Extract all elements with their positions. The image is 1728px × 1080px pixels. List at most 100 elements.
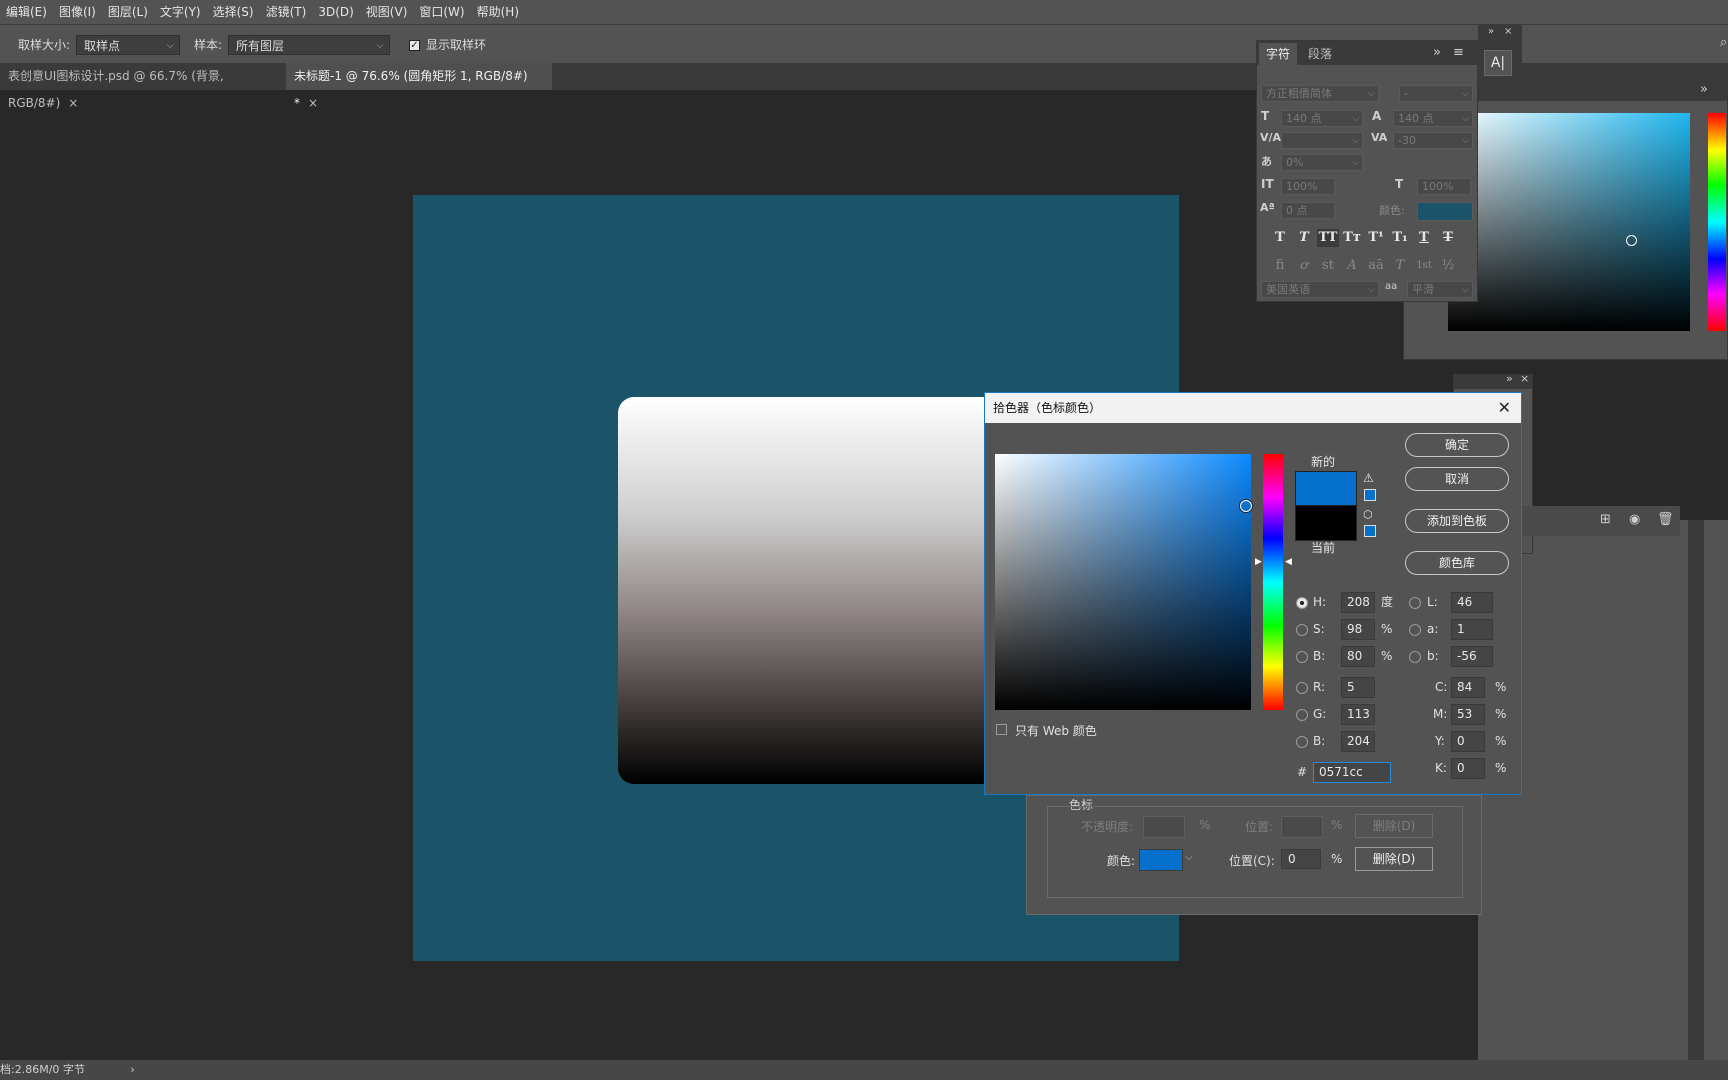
radio-lab-b[interactable] <box>1409 651 1421 663</box>
delete-opacity-stop-button[interactable]: 删除(D) <box>1355 814 1433 838</box>
character-panel-icon[interactable]: A| <box>1484 50 1512 76</box>
titling-button[interactable]: T <box>1389 257 1411 275</box>
menu-window[interactable]: 窗口(W) <box>413 0 470 24</box>
color-libraries-button[interactable]: 颜色库 <box>1405 551 1509 575</box>
black-field[interactable]: 0 <box>1451 758 1485 779</box>
status-arrow-icon[interactable]: › <box>130 1063 134 1076</box>
horizontal-scale-field[interactable]: 100% <box>1417 178 1471 195</box>
search-icon[interactable]: ⌕ <box>1720 35 1727 50</box>
stop-location-field[interactable]: 0 <box>1281 849 1321 869</box>
brightness-field[interactable]: 80 <box>1341 646 1375 667</box>
blue-field[interactable]: 204 <box>1341 731 1375 752</box>
menu-filter[interactable]: 滤镜(T) <box>260 0 313 24</box>
sample-size-select[interactable]: 取样点 ⌵ <box>76 35 180 55</box>
opacity-field[interactable] <box>1143 816 1185 838</box>
tsume-field[interactable]: 0% ⌵ <box>1281 154 1363 171</box>
menu-edit[interactable]: 编辑(E) <box>0 0 53 24</box>
superscript-button[interactable]: T¹ <box>1365 229 1387 247</box>
new-layer-icon[interactable]: ⊞ <box>1600 512 1611 527</box>
magenta-field[interactable]: 53 <box>1451 704 1485 725</box>
radio-red[interactable] <box>1296 682 1308 694</box>
hue-slider[interactable] <box>1708 113 1726 331</box>
radio-brightness[interactable] <box>1296 651 1308 663</box>
color-field-cursor[interactable] <box>1240 500 1252 512</box>
ligatures-button[interactable]: fi <box>1269 257 1291 275</box>
trash-icon[interactable]: 🗑 <box>1657 512 1674 527</box>
radio-hue[interactable] <box>1296 597 1308 609</box>
close-icon[interactable]: ✕ <box>1498 393 1511 423</box>
dock-scrollbar[interactable] <box>1688 520 1704 1060</box>
ok-button[interactable]: 确定 <box>1405 433 1509 457</box>
sample-select[interactable]: 所有图层 ⌵ <box>228 35 390 55</box>
menu-layer[interactable]: 图层(L) <box>102 0 154 24</box>
antialias-select[interactable]: 平滑 ⌵ <box>1407 281 1473 298</box>
strikethrough-button[interactable]: T <box>1437 229 1459 247</box>
collapse-icon[interactable]: » <box>1433 45 1441 60</box>
tab-character[interactable]: 字符 <box>1259 43 1297 65</box>
gamut-swatch[interactable] <box>1364 489 1376 501</box>
fractions-button[interactable]: ½ <box>1437 257 1459 275</box>
leading-field[interactable]: 140 点 ⌵ <box>1393 110 1473 127</box>
add-to-swatches-button[interactable]: 添加到色板 <box>1405 509 1509 533</box>
current-color-swatch[interactable] <box>1295 505 1357 541</box>
collapse-icon[interactable]: » <box>1506 372 1513 385</box>
web-only-checkbox[interactable] <box>996 724 1007 735</box>
hex-field[interactable]: 0571cc <box>1313 762 1391 783</box>
hue-right-arrow-icon[interactable]: ◀ <box>1285 557 1292 567</box>
menu-3d[interactable]: 3D(D) <box>312 0 359 24</box>
menu-help[interactable]: 帮助(H) <box>471 0 525 24</box>
tab-document-2[interactable]: 未标题-1 @ 76.6% (圆角矩形 1, RGB/8#) * × <box>286 63 552 110</box>
close-icon[interactable]: × <box>308 96 318 110</box>
stylistic-alternates-button[interactable]: aā <box>1365 257 1387 275</box>
camera-icon[interactable]: ◉ <box>1629 512 1640 527</box>
kerning-field[interactable]: ⌵ <box>1281 132 1363 149</box>
panel-menu-icon[interactable]: ≡ <box>1453 45 1464 60</box>
discretionary-ligatures-button[interactable]: st <box>1317 257 1339 275</box>
stop-color-swatch[interactable] <box>1139 849 1183 871</box>
swash-button[interactable]: A <box>1341 257 1363 275</box>
vertical-scale-field[interactable]: 100% <box>1281 178 1335 195</box>
green-field[interactable]: 113 <box>1341 704 1375 725</box>
close-icon[interactable]: × <box>1520 372 1529 385</box>
web-safe-swatch[interactable] <box>1364 525 1376 537</box>
faux-italic-button[interactable]: T <box>1293 229 1315 247</box>
menu-image[interactable]: 图像(I) <box>53 0 102 24</box>
faux-bold-button[interactable]: T <box>1269 229 1291 247</box>
expand-icon[interactable]: » <box>1488 26 1494 37</box>
small-caps-button[interactable]: Tт <box>1341 229 1363 247</box>
radio-saturation[interactable] <box>1296 624 1308 636</box>
red-field[interactable]: 5 <box>1341 677 1375 698</box>
cyan-field[interactable]: 84 <box>1451 677 1485 698</box>
close-icon[interactable]: × <box>68 96 78 110</box>
ordinals-button[interactable]: 1st <box>1413 257 1435 275</box>
font-family-select[interactable]: 方正粗倩简体 ⌵ <box>1261 85 1379 102</box>
font-size-field[interactable]: 140 点 ⌵ <box>1281 110 1363 127</box>
hue-left-arrow-icon[interactable]: ▶ <box>1255 557 1262 567</box>
lab-l-field[interactable]: 46 <box>1451 592 1493 613</box>
gamut-warning-icon[interactable]: ⚠ <box>1363 471 1374 485</box>
saturation-field[interactable]: 98 <box>1341 619 1375 640</box>
show-ring-checkbox[interactable]: ✓ <box>409 40 420 51</box>
radio-lab-l[interactable] <box>1409 597 1421 609</box>
color-field-cursor[interactable] <box>1626 235 1637 246</box>
hue-slider[interactable] <box>1263 454 1283 710</box>
hue-field[interactable]: 208 <box>1341 592 1375 613</box>
language-select[interactable]: 美国英语 ⌵ <box>1261 281 1379 298</box>
opacity-location-field[interactable] <box>1281 816 1323 838</box>
close-icon[interactable]: × <box>1504 26 1512 37</box>
color-field[interactable] <box>995 454 1252 710</box>
rounded-rectangle-layer[interactable] <box>618 397 1038 784</box>
menu-view[interactable]: 视图(V) <box>360 0 414 24</box>
radio-green[interactable] <box>1296 709 1308 721</box>
yellow-field[interactable]: 0 <box>1451 731 1485 752</box>
underline-button[interactable]: T <box>1413 229 1435 247</box>
tracking-field[interactable]: -30 ⌵ <box>1393 132 1473 149</box>
tab-paragraph[interactable]: 段落 <box>1301 43 1339 65</box>
chevron-down-icon[interactable]: ⌵ <box>1185 852 1193 863</box>
all-caps-button[interactable]: TT <box>1317 229 1339 247</box>
baseline-shift-field[interactable]: 0 点 <box>1281 202 1335 219</box>
lab-b-field[interactable]: -56 <box>1451 646 1493 667</box>
menu-select[interactable]: 选择(S) <box>207 0 260 24</box>
font-style-select[interactable]: - ⌵ <box>1399 85 1473 102</box>
text-color-swatch[interactable] <box>1417 202 1473 221</box>
